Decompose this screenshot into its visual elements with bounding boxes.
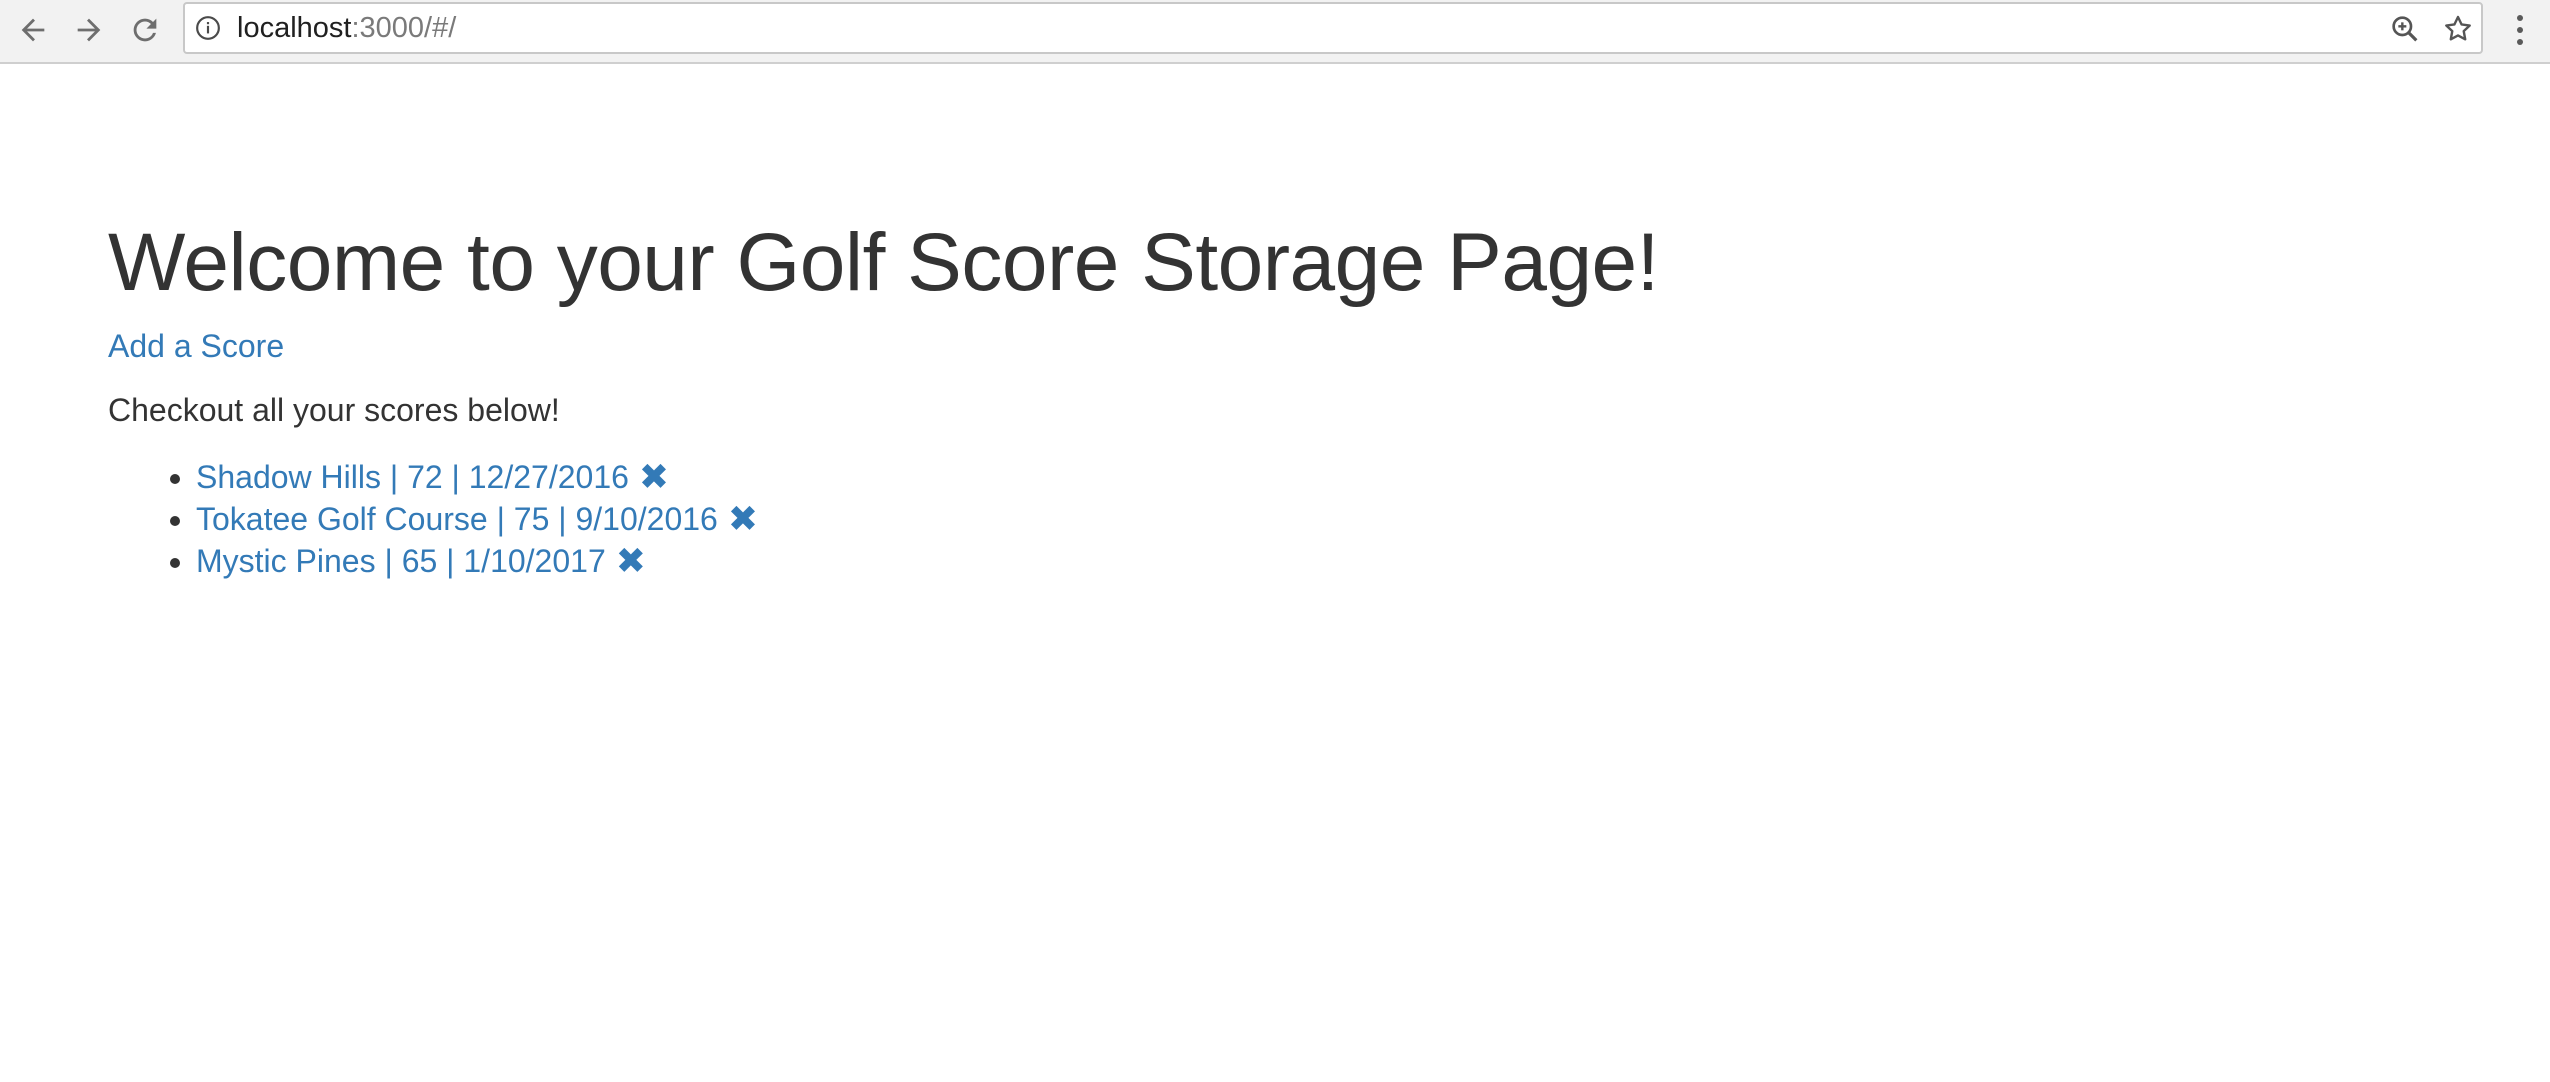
score-link[interactable]: Tokatee Golf Course | 75 | 9/10/2016 [196, 501, 718, 537]
browser-toolbar: localhost:3000/#/ [0, 0, 2550, 64]
arrow-right-icon [77, 18, 101, 42]
url-path: :3000/#/ [351, 12, 457, 44]
forward-button[interactable] [67, 8, 111, 52]
kebab-menu-icon[interactable] [2500, 8, 2540, 52]
remove-icon[interactable]: ✖ [639, 456, 669, 498]
arrow-left-icon [21, 18, 45, 42]
add-score-link[interactable]: Add a Score [108, 328, 284, 365]
list-item: Shadow Hills | 72 | 12/27/2016 ✖ [196, 456, 758, 498]
score-link[interactable]: Mystic Pines | 65 | 1/10/2017 [196, 543, 606, 579]
url-text[interactable]: localhost:3000/#/ [237, 4, 456, 52]
score-list: Shadow Hills | 72 | 12/27/2016 ✖ Tokatee … [108, 456, 758, 582]
score-link[interactable]: Shadow Hills | 72 | 12/27/2016 [196, 459, 629, 495]
intro-text: Checkout all your scores below! [108, 392, 560, 428]
list-item: Tokatee Golf Course | 75 | 9/10/2016 ✖ [196, 498, 758, 540]
star-bookmark-icon[interactable] [2442, 13, 2474, 45]
reload-icon [133, 18, 157, 42]
reload-button[interactable] [123, 8, 167, 52]
back-button[interactable] [11, 8, 55, 52]
zoom-icon[interactable] [2389, 13, 2421, 45]
url-host: localhost [237, 12, 352, 44]
page-title: Welcome to your Golf Score Storage Page! [108, 217, 1659, 308]
remove-icon[interactable]: ✖ [616, 540, 646, 582]
list-item: Mystic Pines | 65 | 1/10/2017 ✖ [196, 540, 758, 582]
info-icon[interactable] [195, 15, 221, 41]
address-bar[interactable]: localhost:3000/#/ [183, 2, 2483, 54]
remove-icon[interactable]: ✖ [728, 498, 758, 540]
